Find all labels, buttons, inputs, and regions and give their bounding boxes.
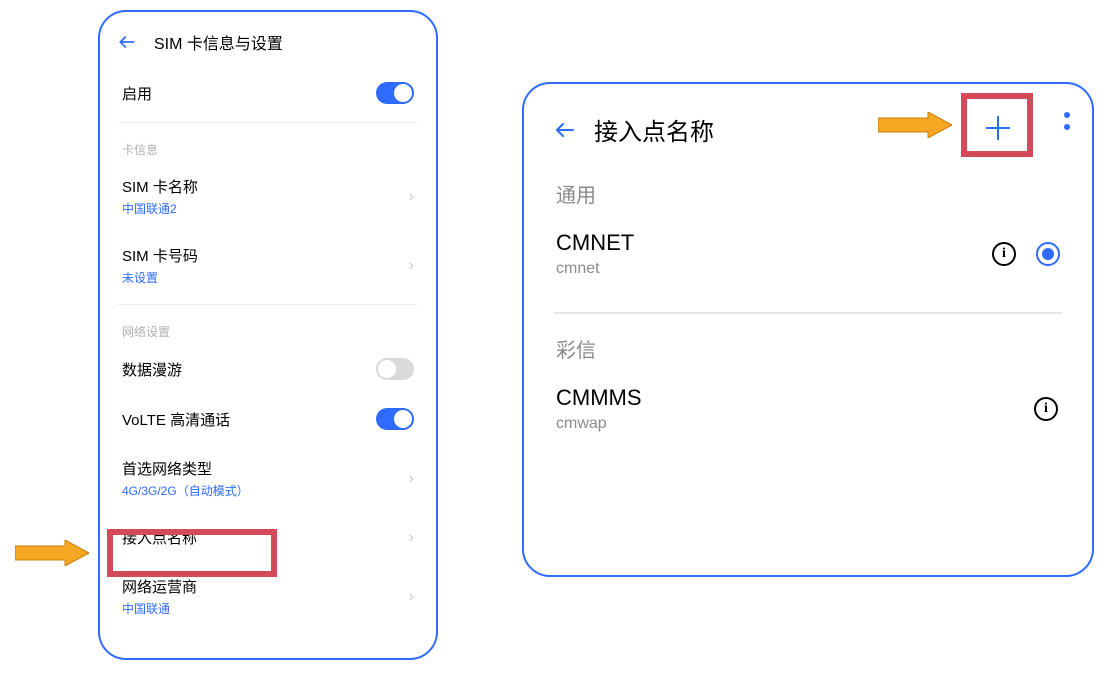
arrow-callout-icon bbox=[878, 112, 952, 138]
page-title: SIM 卡信息与设置 bbox=[154, 30, 283, 54]
data-roaming-row[interactable]: 数据漫游 bbox=[100, 344, 436, 394]
sim-name-label: SIM 卡名称 bbox=[122, 176, 198, 197]
sim-number-label: SIM 卡号码 bbox=[122, 245, 198, 266]
sim-number-value: 未设置 bbox=[122, 269, 198, 286]
carrier-label: 网络运营商 bbox=[122, 576, 197, 597]
back-icon[interactable] bbox=[116, 31, 138, 53]
header-bar: 接入点名称 bbox=[524, 84, 1092, 163]
chevron-right-icon: › bbox=[409, 257, 414, 275]
apn-info-button[interactable]: i bbox=[1032, 395, 1060, 423]
data-roaming-label: 数据漫游 bbox=[122, 359, 182, 380]
apn-info-button[interactable]: i bbox=[990, 240, 1018, 268]
apn-item-name: CMMMS bbox=[556, 385, 642, 411]
apn-list-screen: 接入点名称 通用 CMNET cmnet i 彩信 CMMMS cmwap i bbox=[522, 82, 1094, 577]
enable-sim-row[interactable]: 启用 bbox=[100, 68, 436, 118]
divider bbox=[118, 304, 418, 305]
sim-name-row[interactable]: SIM 卡名称 中国联通2 › bbox=[100, 162, 436, 231]
section-general: 通用 bbox=[524, 163, 1092, 214]
section-network: 网络设置 bbox=[100, 309, 436, 344]
add-apn-button[interactable] bbox=[964, 98, 1032, 158]
preferred-network-value: 4G/3G/2G（自动模式） bbox=[122, 482, 249, 499]
sim-number-row[interactable]: SIM 卡号码 未设置 › bbox=[100, 231, 436, 300]
preferred-network-row[interactable]: 首选网络类型 4G/3G/2G（自动模式） › bbox=[100, 444, 436, 513]
enable-label: 启用 bbox=[122, 83, 152, 104]
data-roaming-toggle[interactable] bbox=[376, 358, 414, 380]
apn-item-cmnet[interactable]: CMNET cmnet i bbox=[524, 214, 1092, 294]
chevron-right-icon: › bbox=[409, 529, 414, 547]
enable-toggle[interactable] bbox=[376, 82, 414, 104]
more-dots-icon bbox=[1064, 112, 1070, 118]
apn-item-cmmms[interactable]: CMMMS cmwap i bbox=[524, 369, 1092, 449]
apn-select-radio[interactable] bbox=[1036, 242, 1060, 266]
volte-row[interactable]: VoLTE 高清通话 bbox=[100, 394, 436, 444]
arrow-callout-icon bbox=[15, 540, 89, 566]
header-bar: SIM 卡信息与设置 bbox=[100, 12, 436, 68]
more-menu-button[interactable] bbox=[1064, 112, 1070, 130]
chevron-right-icon: › bbox=[409, 470, 414, 488]
apn-item-sub: cmnet bbox=[556, 260, 634, 278]
apn-row[interactable]: 接入点名称 › bbox=[100, 513, 436, 562]
sim-name-value: 中国联通2 bbox=[122, 200, 198, 217]
back-icon[interactable] bbox=[552, 117, 578, 143]
divider bbox=[554, 312, 1062, 314]
carrier-row[interactable]: 网络运营商 中国联通 › bbox=[100, 562, 436, 631]
divider bbox=[118, 122, 418, 123]
volte-toggle[interactable] bbox=[376, 408, 414, 430]
sim-settings-screen: SIM 卡信息与设置 启用 卡信息 SIM 卡名称 中国联通2 › SIM 卡号… bbox=[98, 10, 438, 660]
plus-icon bbox=[983, 113, 1013, 143]
section-card-info: 卡信息 bbox=[100, 127, 436, 162]
more-dots-icon bbox=[1064, 124, 1070, 130]
chevron-right-icon: › bbox=[409, 188, 414, 206]
preferred-network-label: 首选网络类型 bbox=[122, 458, 249, 479]
info-icon: i bbox=[1034, 397, 1058, 421]
volte-label: VoLTE 高清通话 bbox=[122, 409, 230, 430]
chevron-right-icon: › bbox=[409, 588, 414, 606]
section-mms: 彩信 bbox=[524, 318, 1092, 369]
page-title: 接入点名称 bbox=[594, 112, 714, 147]
apn-label: 接入点名称 bbox=[122, 527, 197, 548]
apn-item-sub: cmwap bbox=[556, 415, 642, 433]
carrier-value: 中国联通 bbox=[122, 600, 197, 617]
info-icon: i bbox=[992, 242, 1016, 266]
apn-item-name: CMNET bbox=[556, 230, 634, 256]
